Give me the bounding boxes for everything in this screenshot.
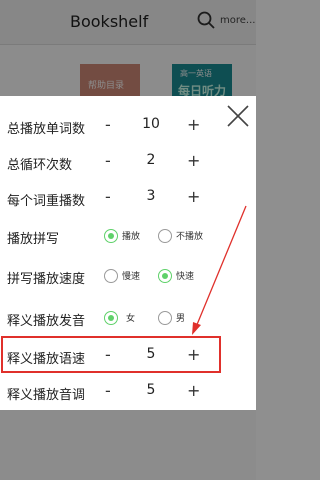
increment-button[interactable]: + [187,151,200,170]
setting-row-total-words: 总播放单词数 - 10 + [0,110,256,144]
radio-no-play[interactable] [158,229,172,243]
setting-label: 拼写播放速度 [7,272,86,287]
setting-label: 释义播放发音 [7,314,86,329]
radio-play[interactable] [104,229,118,243]
decrement-button[interactable]: - [105,381,111,400]
setting-row-voice-gender: 释义播放发音 女 男 [0,302,256,336]
decrement-button[interactable]: - [105,115,111,134]
setting-label: 释义播放音调 [7,388,86,403]
setting-label: 总播放单词数 [7,122,86,137]
radio-female[interactable] [104,311,118,325]
option-label: 女 [126,314,136,324]
close-icon[interactable] [224,102,252,130]
option-label: 不播放 [176,232,204,242]
radio-male[interactable] [158,311,172,325]
setting-row-loop-count: 总循环次数 - 2 + [0,146,256,180]
setting-label: 每个词重播数 [7,194,86,209]
setting-row-repeat-per-word: 每个词重播数 - 3 + [0,182,256,216]
setting-row-definition-pitch: 释义播放音调 - 5 + [0,376,256,410]
setting-row-play-spelling: 播放拼写 播放 不播放 [0,220,256,254]
setting-value: 10 [142,116,160,132]
option-label: 播放 [122,232,141,242]
decrement-button[interactable]: - [105,187,111,206]
setting-value: 2 [146,152,156,168]
increment-button[interactable]: + [187,381,200,400]
setting-label: 总循环次数 [7,158,73,173]
increment-button[interactable]: + [187,187,200,206]
option-label: 慢速 [122,272,141,282]
setting-value: 3 [146,188,156,204]
decrement-button[interactable]: - [105,151,111,170]
setting-row-spelling-speed: 拼写播放速度 慢速 快速 [0,260,256,294]
option-label: 男 [176,314,186,324]
radio-slow[interactable] [104,269,118,283]
setting-label: 播放拼写 [7,232,60,247]
increment-button[interactable]: + [187,115,200,134]
setting-value: 5 [146,382,156,398]
option-label: 快速 [176,272,195,282]
radio-fast[interactable] [158,269,172,283]
highlight-box [1,336,221,373]
